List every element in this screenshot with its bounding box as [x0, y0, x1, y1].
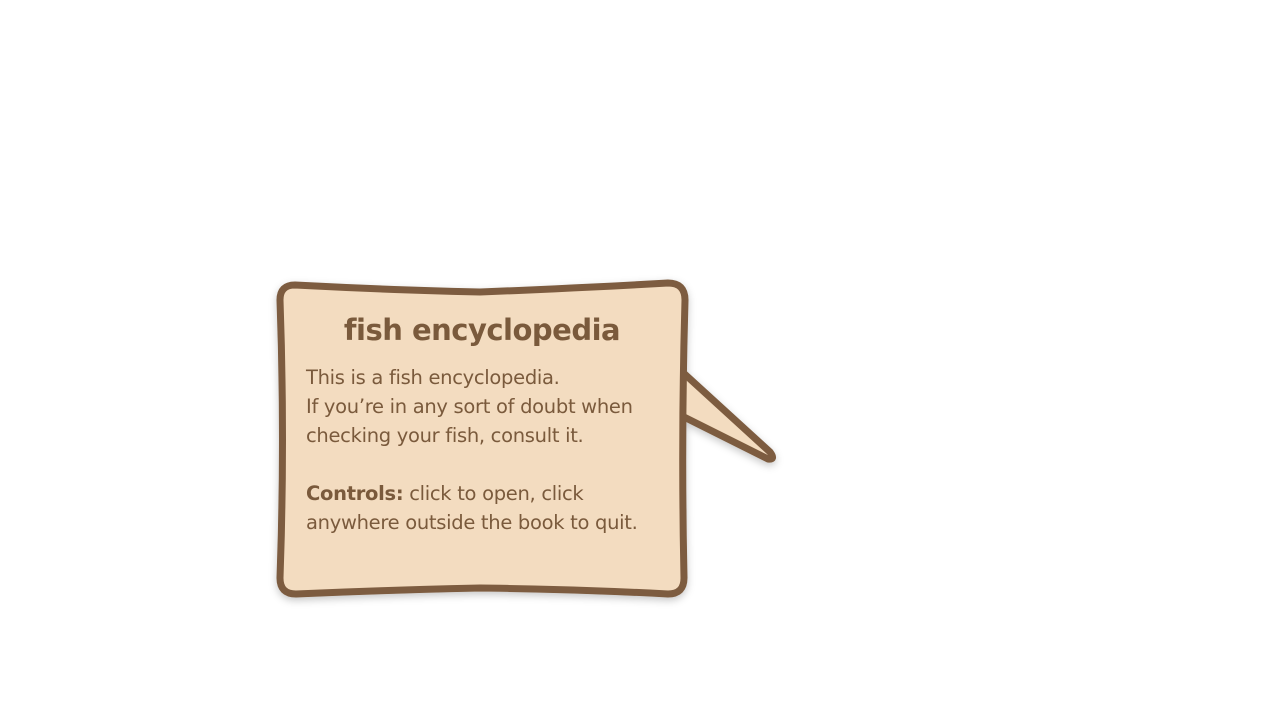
tooltip-content: fish encyclopedia This is a fish encyclo… — [296, 306, 668, 537]
tooltip-pointer-tail — [674, 364, 777, 463]
description-line-1: This is a fish encyclopedia. — [306, 366, 560, 389]
controls-paragraph: Controls: click to open, click anywhere … — [306, 479, 668, 537]
game-screen: fish encyclopedia This is a fish encyclo… — [0, 0, 1280, 720]
controls-label: Controls: — [306, 482, 404, 505]
tooltip-title: fish encyclopedia — [343, 313, 621, 347]
tooltip-body: This is a fish encyclopedia. If you’re i… — [306, 363, 668, 537]
description-line-2: If you’re in any sort of doubt when chec… — [306, 395, 633, 447]
